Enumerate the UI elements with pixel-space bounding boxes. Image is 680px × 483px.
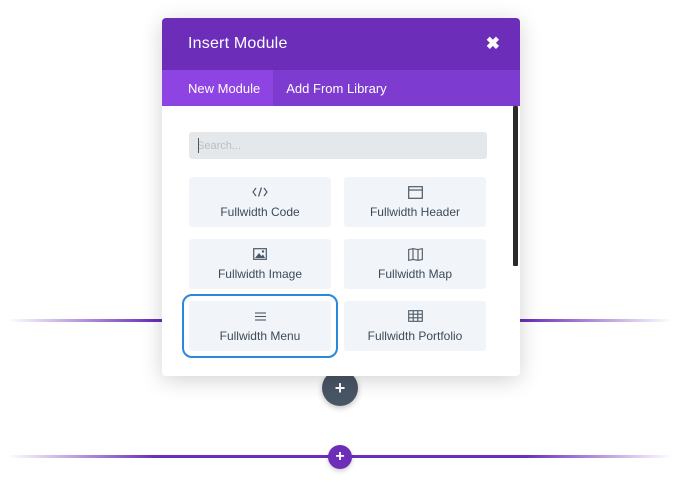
search-input[interactable]: [189, 132, 487, 159]
module-label: Fullwidth Map: [377, 267, 453, 281]
module-fullwidth-portfolio[interactable]: Fullwidth Portfolio: [344, 301, 486, 351]
module-label: Fullwidth Menu: [219, 329, 301, 343]
close-x-icon[interactable]: ✖: [486, 34, 500, 54]
tab-add-from-library[interactable]: Add From Library: [273, 70, 399, 106]
code-icon: [252, 185, 268, 199]
module-label: Fullwidth Header: [369, 205, 461, 219]
module-fullwidth-menu[interactable]: Fullwidth Menu: [182, 294, 338, 358]
plus-icon: +: [334, 377, 346, 398]
tab-new-module[interactable]: New Module: [162, 70, 274, 106]
module-fullwidth-image[interactable]: Fullwidth Image: [189, 239, 331, 289]
module-fullwidth-map[interactable]: Fullwidth Map: [344, 239, 486, 289]
image-icon: [253, 247, 267, 261]
modal-title: Insert Module: [188, 35, 288, 52]
plus-icon: +: [335, 448, 345, 465]
modal-scrollbar[interactable]: [513, 106, 518, 266]
text-cursor: [198, 138, 199, 153]
module-fullwidth-header[interactable]: Fullwidth Header: [344, 177, 486, 227]
menu-lines-icon: [254, 309, 266, 323]
module-label: Fullwidth Code: [220, 205, 300, 219]
modal-header: Insert Module ✖: [162, 18, 520, 70]
module-grid: Fullwidth Code Fullwidth Header Fullwidt…: [182, 177, 486, 358]
map-icon: [407, 247, 423, 261]
insert-module-modal: Insert Module ✖ New Module Add From Libr…: [162, 18, 520, 376]
header-window-icon: [407, 185, 423, 199]
modal-body: Fullwidth Code Fullwidth Header: [162, 106, 520, 376]
module-fullwidth-code[interactable]: Fullwidth Code: [189, 177, 331, 227]
module-label: Fullwidth Portfolio: [367, 329, 463, 343]
module-label: Fullwidth Image: [217, 267, 303, 281]
add-section-button[interactable]: +: [328, 445, 352, 469]
grid-icon: [407, 309, 423, 323]
modal-tabs: New Module Add From Library: [162, 70, 520, 106]
